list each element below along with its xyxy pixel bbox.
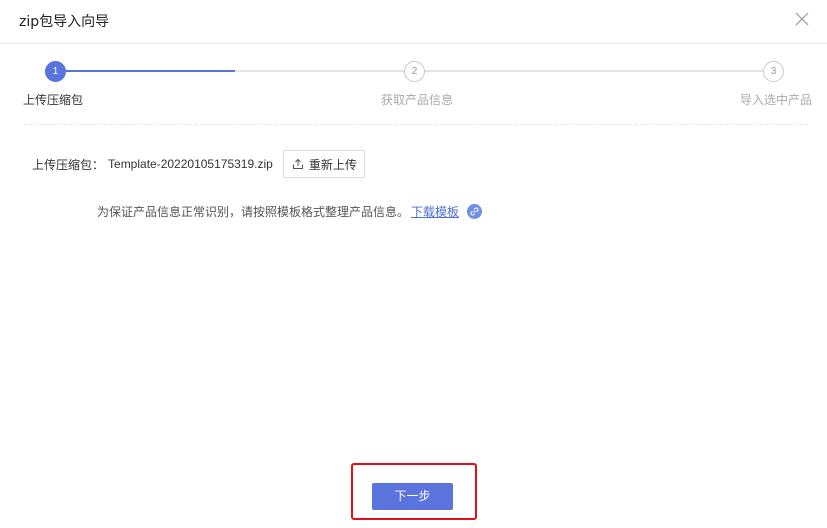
step-1-circle: 1 (45, 61, 66, 82)
next-step-button[interactable]: 下一步 (372, 483, 453, 510)
step-2-circle: 2 (404, 61, 425, 82)
download-template-link[interactable]: 下载模板 (411, 203, 459, 220)
template-hint-text: 为保证产品信息正常识别，请按照模板格式整理产品信息。 (97, 204, 410, 219)
upload-row: 上传压缩包： Template-20220105175319.zip 重新上传 (32, 150, 365, 178)
upload-label: 上传压缩包： (32, 157, 105, 172)
step-line-2 (425, 70, 763, 72)
step-1-label: 上传压缩包 (23, 93, 84, 107)
step-3-circle: 3 (763, 61, 784, 82)
link-icon[interactable] (467, 203, 483, 219)
step-line-1-progress (66, 70, 235, 72)
template-hint: 为保证产品信息正常识别，请按照模板格式整理产品信息。 下载模板 (97, 202, 483, 220)
close-icon[interactable] (795, 12, 809, 26)
step-3-label: 导入选中产品 (740, 93, 813, 107)
step-line-1-rest (235, 70, 404, 72)
step-2-label: 获取产品信息 (381, 93, 454, 107)
upload-icon (292, 158, 303, 169)
step-indicator: 1 2 3 上传压缩包 获取产品信息 导入选中产品 (0, 58, 827, 118)
uploaded-file-name: Template-20220105175319.zip (108, 157, 273, 171)
reupload-button-label: 重新上传 (308, 157, 357, 172)
dialog-header: zip包导入向导 (0, 0, 827, 44)
dialog-title: zip包导入向导 (19, 14, 110, 30)
section-divider (24, 124, 808, 125)
reupload-button[interactable]: 重新上传 (282, 150, 365, 178)
